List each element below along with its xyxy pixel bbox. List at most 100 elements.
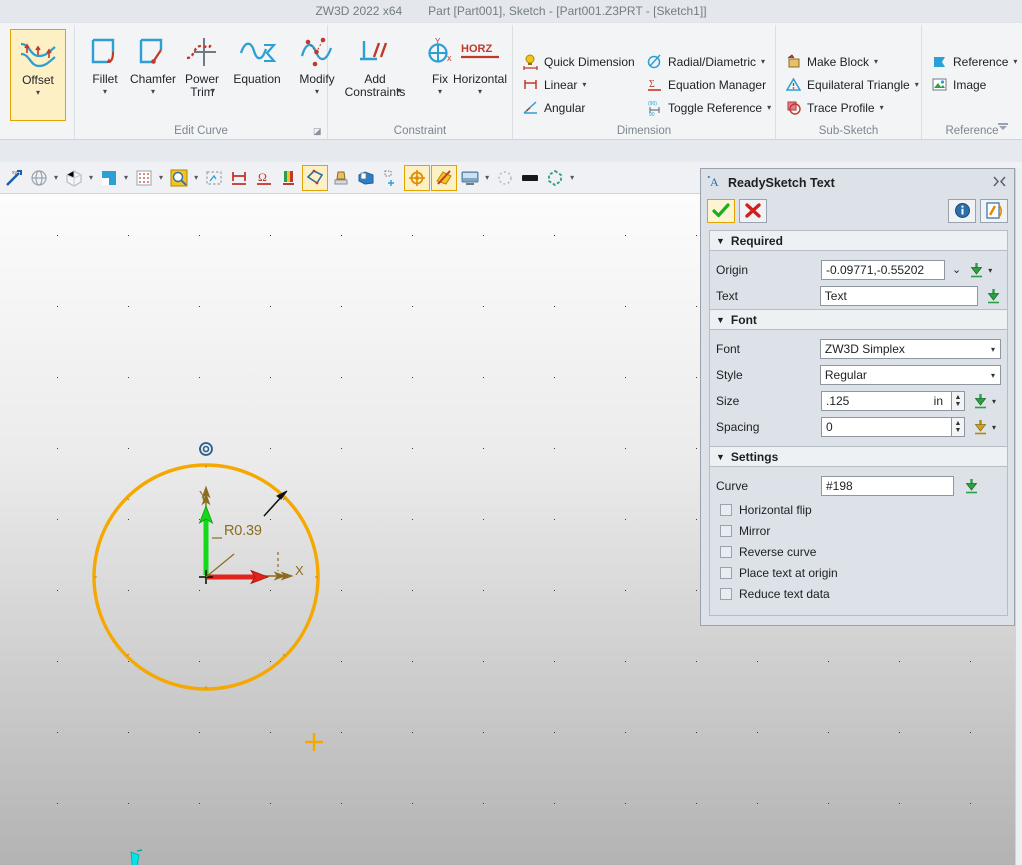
qb-fit-view-icon[interactable] [202, 165, 226, 191]
ribbon-button-equation[interactable]: Equation [227, 29, 287, 121]
qb-align-points-icon[interactable] [379, 165, 403, 191]
ribbon-item-radial-diametric[interactable]: Radial/Diametric ▾ [643, 50, 768, 73]
horizontal-flip-checkbox-icon[interactable] [720, 503, 732, 516]
qb-zoom-window-caret[interactable]: ▾ [194, 173, 198, 182]
qb-view-orient-caret[interactable]: ▾ [54, 173, 58, 182]
reduce-text-data-checkbox-icon[interactable] [720, 587, 732, 600]
checkbox-reduce-text-data[interactable]: Reduce text data [710, 583, 1007, 604]
text-input[interactable]: Text [819, 286, 978, 306]
section-settings-header[interactable]: ▼ Settings [709, 446, 1008, 467]
size-pick-dropdown-caret[interactable]: ▾ [992, 397, 996, 406]
font-select-caret-icon[interactable]: ▾ [991, 345, 995, 354]
ribbon-item-trace-profile[interactable]: Trace Profile ▾ [782, 96, 887, 119]
sketch-canvas[interactable]: Y [0, 194, 700, 865]
qb-shade-mode-icon[interactable] [62, 165, 86, 191]
size-input[interactable]: .125 in [821, 391, 952, 411]
reference-dropdown-caret[interactable]: ▾ [1013, 57, 1017, 66]
section-required-header[interactable]: ▼ Required [709, 230, 1008, 251]
section-font-header[interactable]: ▼ Font [709, 309, 1008, 330]
qb-omega-symbol-icon[interactable]: Ω [252, 165, 276, 191]
ok-check-icon[interactable] [707, 198, 735, 223]
ribbon-item-image[interactable]: Image [928, 73, 989, 96]
info-icon[interactable] [948, 198, 976, 223]
qb-polygon-snap-icon[interactable] [543, 165, 567, 191]
fillet-dropdown-caret[interactable]: ▾ [103, 87, 107, 96]
qb-dashed-circle-icon[interactable] [493, 165, 517, 191]
next-step-icon[interactable] [980, 198, 1008, 223]
qb-sketch-curve-icon[interactable] [302, 164, 329, 191]
spacing-input[interactable]: 0 [821, 417, 952, 437]
make-block-dropdown-caret[interactable]: ▾ [874, 57, 878, 66]
ribbon-button-offset[interactable]: Offset ▾ [10, 29, 66, 121]
checkbox-place-text-at-origin[interactable]: Place text at origin [710, 562, 1007, 583]
radial-diametric-dropdown-caret[interactable]: ▾ [761, 57, 765, 66]
qb-grid-display-caret[interactable]: ▾ [159, 173, 163, 182]
ribbon-item-equation-manager[interactable]: Σ Equation Manager [643, 73, 769, 96]
horizontal-dropdown-caret[interactable]: ▾ [478, 87, 482, 96]
pick-point-icon[interactable] [969, 262, 984, 278]
ribbon-item-quick-dimension[interactable]: Quick Dimension [519, 50, 638, 73]
spacing-stepper-down[interactable]: ▼ [955, 427, 962, 434]
curve-input[interactable]: #198 [821, 476, 954, 496]
origin-pick-dropdown-caret[interactable]: ▾ [988, 266, 992, 275]
curve-pick-icon[interactable] [964, 478, 979, 494]
qb-screen-display-icon[interactable] [458, 165, 482, 191]
radius-dimension-label[interactable]: R0.39 [224, 523, 262, 539]
font-select[interactable]: ZW3D Simplex ▾ [819, 339, 1001, 359]
qb-polygon-snap-caret[interactable]: ▾ [570, 173, 574, 182]
cancel-cross-icon[interactable] [739, 198, 767, 223]
ribbon-button-horizontal[interactable]: HORZ Horizontal ▾ [448, 29, 512, 121]
ribbon-item-make-block[interactable]: Make Block ▾ [782, 50, 881, 73]
qb-grid-display-icon[interactable] [132, 165, 156, 191]
ribbon-item-toggle-reference[interactable]: (90) 90 Toggle Reference ▾ [643, 96, 774, 119]
qb-snap-target-icon[interactable] [404, 164, 431, 191]
ribbon-item-angular[interactable]: Angular [519, 96, 588, 119]
chevron-down-double-icon[interactable]: ⌄ [952, 265, 961, 276]
qb-view-orient-icon[interactable] [27, 165, 51, 191]
panel-scroll-gutter[interactable] [1015, 168, 1022, 865]
qb-shade-mode-caret[interactable]: ▾ [89, 173, 93, 182]
size-stepper-down[interactable]: ▼ [955, 401, 962, 408]
qb-display-style-icon[interactable] [97, 165, 121, 191]
checkbox-mirror[interactable]: Mirror [710, 520, 1007, 541]
ribbon-button-bend[interactable]: ...end [0, 29, 2, 121]
ribbon-button-power-trim[interactable]: Power Trim ▾ [174, 29, 230, 121]
reverse-curve-checkbox-icon[interactable] [720, 545, 732, 558]
spacing-stepper-up[interactable]: ▲ [955, 420, 962, 427]
style-select[interactable]: Regular ▾ [819, 365, 1001, 385]
equilateral-triangle-dropdown-caret[interactable]: ▾ [915, 80, 919, 89]
toggle-reference-dropdown-caret[interactable]: ▾ [767, 103, 771, 112]
chamfer-dropdown-caret[interactable]: ▾ [151, 87, 155, 96]
qb-layer-manager-icon[interactable] [354, 165, 378, 191]
edit-curve-dialog-launcher-icon[interactable]: ◪ [313, 126, 323, 136]
spacing-pick-dropdown-caret[interactable]: ▾ [992, 423, 996, 432]
size-pick-icon[interactable] [973, 393, 988, 409]
power-trim-dropdown-caret[interactable]: ▾ [211, 86, 215, 95]
checkbox-horizontal-flip[interactable]: Horizontal flip [710, 499, 1007, 520]
size-stepper-up[interactable]: ▲ [955, 394, 962, 401]
modify-dropdown-caret[interactable]: ▾ [315, 87, 319, 96]
place-text-at-origin-checkbox-icon[interactable] [720, 566, 732, 579]
qb-measure-distance-icon[interactable] [227, 165, 251, 191]
qb-screen-display-caret[interactable]: ▾ [485, 173, 489, 182]
origin-input[interactable]: -0.09771,-0.55202 [821, 260, 945, 280]
style-select-caret-icon[interactable]: ▾ [991, 371, 995, 380]
mirror-checkbox-icon[interactable] [720, 524, 732, 537]
qb-color-bar-icon[interactable] [277, 165, 301, 191]
qb-zoom-window-icon[interactable] [167, 165, 191, 191]
trace-profile-dropdown-caret[interactable]: ▾ [880, 103, 884, 112]
ribbon-item-equilateral-triangle[interactable]: Equilateral Triangle ▾ [782, 73, 922, 96]
ribbon-item-reference[interactable]: Reference ▾ [928, 50, 1020, 73]
fix-dropdown-caret[interactable]: ▾ [438, 87, 442, 96]
qb-black-bar-icon[interactable] [518, 165, 542, 191]
add-constraints-dropdown-caret[interactable]: ▾ [397, 86, 401, 95]
close-icon[interactable] [993, 176, 1006, 190]
ribbon-collapse-icon[interactable] [997, 122, 1009, 134]
qb-no-constraint-icon[interactable] [431, 164, 458, 191]
ribbon-item-linear[interactable]: Linear ▾ [519, 73, 589, 96]
ribbon-button-add-constraints[interactable]: Add Constraints ▾ [340, 29, 410, 121]
linear-dropdown-caret[interactable]: ▾ [582, 80, 586, 89]
offset-dropdown-caret[interactable]: ▾ [36, 88, 40, 97]
text-pick-icon[interactable] [986, 288, 1001, 304]
qb-datum-csys-icon[interactable]: xy [2, 165, 26, 191]
